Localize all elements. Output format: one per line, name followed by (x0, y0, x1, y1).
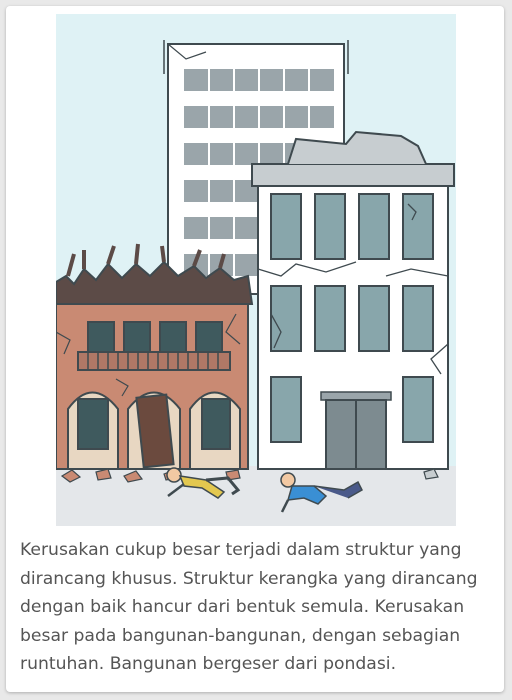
caption-text: Kerusakan cukup besar terjadi dalam stru… (20, 540, 478, 675)
ground (56, 466, 456, 526)
earthquake-damage-card: Kerusakan cukup besar terjadi dalam stru… (6, 6, 504, 692)
cracked-white-building-icon (251, 130, 455, 470)
earthquake-damage-illustration (56, 14, 456, 526)
collapsed-brick-house-icon (56, 243, 254, 470)
